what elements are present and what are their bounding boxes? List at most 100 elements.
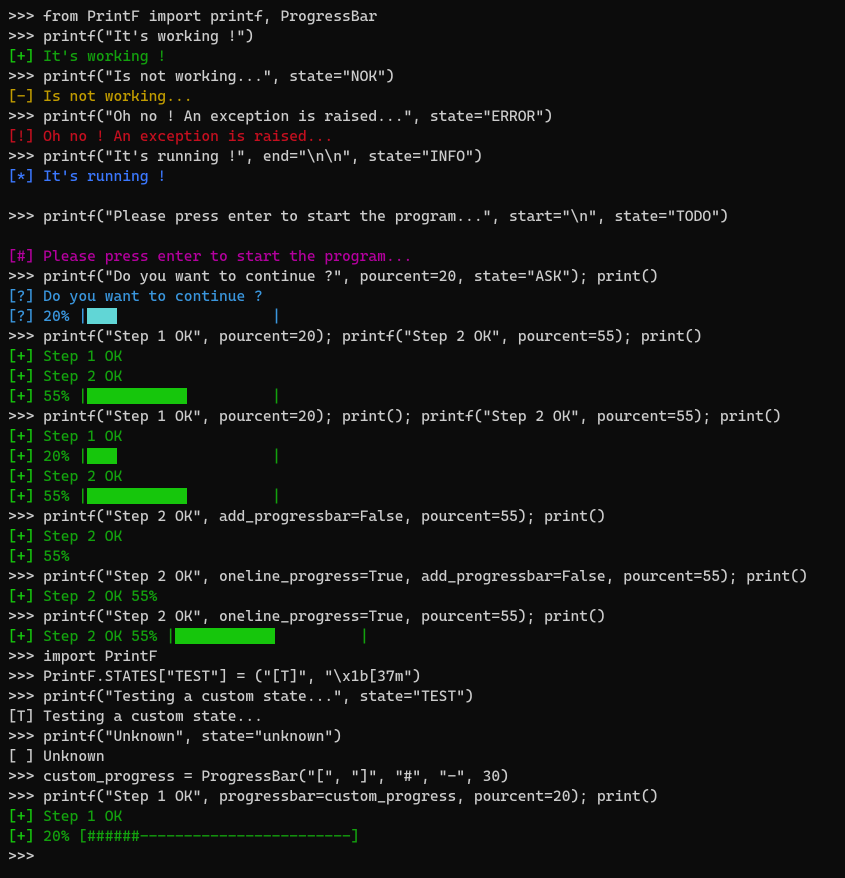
command-text[interactable]: PrintF.STATES["TEST"] = ("[T]", "\x1b[37… — [43, 667, 421, 685]
progressbar-open: | — [78, 487, 87, 505]
command-text[interactable]: printf("Unknown", state="unknown") — [43, 727, 342, 745]
terminal-line: [+] Step 2 OK 55% || — [8, 626, 837, 646]
terminal-line: >>> printf("Step 2 OK", add_progressbar=… — [8, 506, 837, 526]
command-text[interactable]: from PrintF import printf, ProgressBar — [43, 7, 377, 25]
terminal-line: >>> printf("Testing a custom state...", … — [8, 686, 837, 706]
progressbar-fill — [175, 628, 275, 644]
terminal-line: >>> from PrintF import printf, ProgressB… — [8, 6, 837, 26]
progressbar-close: | — [272, 487, 281, 505]
terminal-line: [ ] Unknown — [8, 746, 837, 766]
repl-prompt: >>> — [8, 507, 43, 525]
output-text: Step 2 OK — [34, 527, 122, 545]
terminal-line: [*] It's running ! — [8, 166, 837, 186]
repl-prompt: >>> — [8, 207, 43, 225]
output-text: It's working ! — [34, 47, 166, 65]
terminal-line: >>> printf("Oh no ! An exception is rais… — [8, 106, 837, 126]
state-prefix: [+] — [8, 427, 34, 445]
command-text[interactable]: printf("It's running !", end="\n\n", sta… — [43, 147, 482, 165]
output-text: Step 1 OK — [34, 807, 122, 825]
command-text[interactable]: printf("Step 2 OK", oneline_progress=Tru… — [43, 567, 808, 585]
command-text[interactable]: custom_progress = ProgressBar("[", "]", … — [43, 767, 509, 785]
progressbar-close: | — [272, 387, 281, 405]
state-prefix: [+] — [8, 347, 34, 365]
terminal-line: >>> printf("Step 1 OK", pourcent=20); pr… — [8, 326, 837, 346]
repl-prompt: >>> — [8, 607, 43, 625]
output-text: 55% — [34, 547, 69, 565]
output-text: Is not working... — [34, 87, 192, 105]
terminal-line: [?] Do you want to continue ? — [8, 286, 837, 306]
terminal-line: [+] 55% — [8, 546, 837, 566]
repl-prompt: >>> — [8, 647, 43, 665]
progressbar-close: | — [272, 307, 281, 325]
state-prefix: [!] — [8, 127, 34, 145]
terminal-line: [+] 55% || — [8, 486, 837, 506]
terminal-line: >>> printf("It's running !", end="\n\n",… — [8, 146, 837, 166]
command-text[interactable]: printf("Oh no ! An exception is raised..… — [43, 107, 553, 125]
terminal-line: >>> printf("Step 1 OK", progressbar=cust… — [8, 786, 837, 806]
command-text[interactable]: import PrintF — [43, 647, 157, 665]
output-text: Step 1 OK — [34, 347, 122, 365]
terminal-line — [8, 226, 837, 246]
terminal-line: >>> printf("Is not working...", state="N… — [8, 66, 837, 86]
state-prefix: [+] — [8, 467, 34, 485]
output-text: Do you want to continue ? — [34, 287, 263, 305]
output-text: Step 2 OK 55% — [34, 627, 166, 645]
terminal-line: [!] Oh no ! An exception is raised... — [8, 126, 837, 146]
state-prefix: [+] — [8, 367, 34, 385]
command-text[interactable]: printf("Step 1 OK", pourcent=20); print(… — [43, 407, 781, 425]
terminal-line: [+] Step 2 OK — [8, 466, 837, 486]
terminal-line: [-] Is not working... — [8, 86, 837, 106]
command-text[interactable]: printf("Do you want to continue ?", pour… — [43, 267, 658, 285]
terminal-line: [+] 55% | | — [8, 386, 837, 406]
terminal-line: >>> custom_progress = ProgressBar("[", "… — [8, 766, 837, 786]
output-text: Step 2 OK 55% — [34, 587, 157, 605]
repl-prompt: >>> — [8, 67, 43, 85]
repl-prompt: >>> — [8, 7, 43, 25]
command-text[interactable]: printf("Step 2 OK", add_progressbar=Fals… — [43, 507, 606, 525]
terminal-line: >>> printf("Step 2 OK", oneline_progress… — [8, 606, 837, 626]
percent-label: 55% — [34, 487, 78, 505]
state-prefix: [+] — [8, 807, 34, 825]
progressbar-fill — [87, 308, 117, 324]
progressbar-open: | — [166, 627, 175, 645]
output-text: Step 2 OK — [34, 467, 122, 485]
command-text[interactable]: printf("Step 1 OK", pourcent=20); printf… — [43, 327, 702, 345]
progressbar-close: | — [272, 447, 281, 465]
command-text[interactable]: printf("It's working !") — [43, 27, 254, 45]
terminal-line: [+] Step 2 OK 55% — [8, 586, 837, 606]
output-text: Unknown — [34, 747, 104, 765]
percent-label: 55% — [34, 387, 78, 405]
output-text: Please press enter to start the program.… — [34, 247, 412, 265]
terminal-line: >>> printf("Step 2 OK", oneline_progress… — [8, 566, 837, 586]
terminal-line: >>> PrintF.STATES["TEST"] = ("[T]", "\x1… — [8, 666, 837, 686]
command-text[interactable]: printf("Step 2 OK", oneline_progress=Tru… — [43, 607, 606, 625]
command-text[interactable]: printf("Please press enter to start the … — [43, 207, 729, 225]
command-text[interactable]: printf("Testing a custom state...", stat… — [43, 687, 474, 705]
repl-prompt: >>> — [8, 787, 43, 805]
state-prefix: [ ] — [8, 747, 34, 765]
state-prefix: [#] — [8, 247, 34, 265]
terminal-line — [8, 186, 837, 206]
repl-prompt: >>> — [8, 107, 43, 125]
state-prefix: [+] — [8, 387, 34, 405]
terminal-line: >>> import PrintF — [8, 646, 837, 666]
command-text[interactable]: printf("Is not working...", state="NOK") — [43, 67, 395, 85]
progressbar-fill — [87, 448, 117, 464]
state-prefix: [*] — [8, 167, 34, 185]
terminal-line: [+] Step 2 OK — [8, 366, 837, 386]
state-prefix: [T] — [8, 707, 34, 725]
state-prefix: [-] — [8, 87, 34, 105]
terminal-line: >>> — [8, 846, 837, 866]
percent-label: 20% — [34, 307, 78, 325]
progressbar-fill — [87, 488, 187, 504]
terminal-line: >>> printf("Unknown", state="unknown") — [8, 726, 837, 746]
repl-prompt: >>> — [8, 567, 43, 585]
terminal-line: [#] Please press enter to start the prog… — [8, 246, 837, 266]
command-text[interactable]: printf("Step 1 OK", progressbar=custom_p… — [43, 787, 658, 805]
output-text: It's running ! — [34, 167, 166, 185]
output-text: Oh no ! An exception is raised... — [34, 127, 333, 145]
terminal-output: >>> from PrintF import printf, ProgressB… — [0, 0, 845, 872]
state-prefix: [+] — [8, 587, 34, 605]
progressbar-open: | — [78, 387, 87, 405]
terminal-line: [+] Step 1 OK — [8, 346, 837, 366]
